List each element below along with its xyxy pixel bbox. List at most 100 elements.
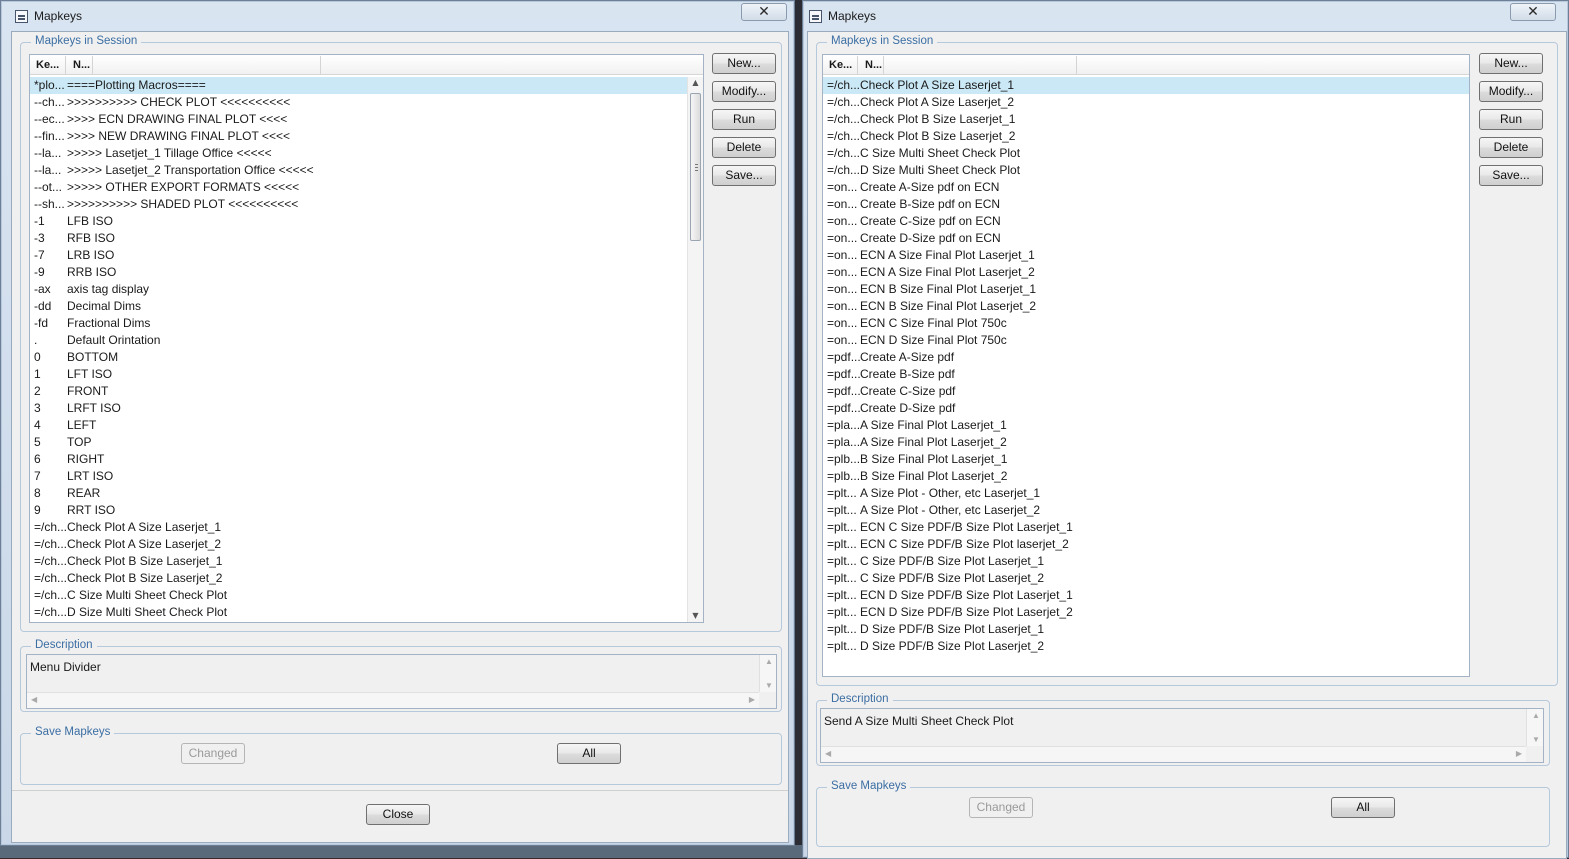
list-item[interactable]: --sh... >>>>>>>>>> SHADED PLOT <<<<<<<<<< [30,196,703,213]
scroll-thumb[interactable] [690,93,701,241]
list-item[interactable]: -7 LRB ISO [30,247,703,264]
list-item[interactable]: =/ch... Check Plot B Size Laserjet_1 [30,553,703,570]
description-vertical-scrollbar[interactable]: ▲ ▼ [759,655,776,692]
list-item[interactable]: 8 REAR [30,485,703,502]
list-item[interactable]: =/ch... Check Plot B Size Laserjet_2 [823,128,1469,145]
list-item[interactable]: =on... Create B-Size pdf on ECN [823,196,1469,213]
modify-button[interactable]: Modify... [1479,81,1543,102]
list-item[interactable]: =plt... C Size PDF/B Size Plot Laserjet_2 [823,570,1469,587]
list-item[interactable]: =/ch... D Size Multi Sheet Check Plot [823,162,1469,179]
save-changed-button[interactable]: Changed [969,797,1033,818]
column-header-key[interactable]: Ke... [829,59,852,71]
description-field[interactable]: Menu Divider ▲ ▼ ◀ ▶ [26,654,777,709]
new-button[interactable]: New... [1479,53,1543,74]
list-item[interactable]: =pdf... Create A-Size pdf [823,349,1469,366]
list-item[interactable]: =on... Create C-Size pdf on ECN [823,213,1469,230]
description-field[interactable]: Send A Size Multi Sheet Check Plot ▲ ▼ ◀ ▶ [820,708,1544,763]
save-button[interactable]: Save... [1479,165,1543,186]
list-item[interactable]: . Default Orintation [30,332,703,349]
title-bar[interactable]: Mapkeys ✕ [803,1,1568,29]
new-button[interactable]: New... [712,53,776,74]
modify-button[interactable]: Modify... [712,81,776,102]
list-item[interactable]: 7 LRT ISO [30,468,703,485]
list-item[interactable]: -3 RFB ISO [30,230,703,247]
window-close-button[interactable]: ✕ [1510,3,1556,21]
list-item[interactable]: 5 TOP [30,434,703,451]
list-item[interactable]: -1 LFB ISO [30,213,703,230]
list-item[interactable]: --ot... >>>>> OTHER EXPORT FORMATS <<<<< [30,179,703,196]
list-item[interactable]: =/ch... D Size Multi Sheet Check Plot [30,604,703,621]
list-item[interactable]: =on... ECN D Size Final Plot 750c [823,332,1469,349]
list-item[interactable]: =on... ECN A Size Final Plot Laserjet_2 [823,264,1469,281]
description-vertical-scrollbar[interactable]: ▲ ▼ [1526,709,1543,746]
column-header-name[interactable]: N... [73,59,90,71]
mapkey-list[interactable]: Ke... N... *plo... ====Plotting Macros===… [29,54,704,623]
list-item[interactable]: 6 RIGHT [30,451,703,468]
save-changed-button[interactable]: Changed [181,743,245,764]
list-item[interactable]: 4 LEFT [30,417,703,434]
list-item[interactable]: =/ch... Check Plot A Size Laserjet_1 [30,519,703,536]
scroll-down-arrow-icon[interactable]: ▼ [688,610,703,622]
list-item[interactable]: 0 BOTTOM [30,349,703,366]
list-item[interactable]: -dd Decimal Dims [30,298,703,315]
list-item[interactable]: =pla... A Size Final Plot Laserjet_2 [823,434,1469,451]
description-horizontal-scrollbar[interactable]: ◀ ▶ [821,746,1526,762]
list-item[interactable]: -fd Fractional Dims [30,315,703,332]
save-button[interactable]: Save... [712,165,776,186]
list-item[interactable]: =plt... A Size Plot - Other, etc Laserjet… [823,502,1469,519]
list-item[interactable]: 3 LRFT ISO [30,400,703,417]
list-item[interactable]: 9 RRT ISO [30,502,703,519]
list-item[interactable]: =plt... C Size PDF/B Size Plot Laserjet_1 [823,553,1469,570]
list-item[interactable]: --la... >>>>> Lasetjet_1 Tillage Office <… [30,145,703,162]
list-item[interactable]: =on... Create A-Size pdf on ECN [823,179,1469,196]
list-item[interactable]: =pla... A Size Final Plot Laserjet_1 [823,417,1469,434]
list-item[interactable]: --ec... >>>> ECN DRAWING FINAL PLOT <<<< [30,111,703,128]
description-horizontal-scrollbar[interactable]: ◀ ▶ [27,692,759,708]
list-item[interactable]: 1 LFT ISO [30,366,703,383]
list-item[interactable]: =/ch... Check Plot B Size Laserjet_2 [30,570,703,587]
delete-button[interactable]: Delete [1479,137,1543,158]
list-item[interactable]: =plt... ECN C Size PDF/B Size Plot Laserj… [823,519,1469,536]
list-item[interactable]: =on... ECN B Size Final Plot Laserjet_1 [823,281,1469,298]
list-item[interactable]: =/ch... Check Plot A Size Laserjet_1 [823,77,1469,94]
list-item[interactable]: *plo... ====Plotting Macros==== [30,77,703,94]
run-button[interactable]: Run [1479,109,1543,130]
close-button[interactable]: Close [366,804,430,825]
list-item[interactable]: =/ch... Check Plot A Size Laserjet_2 [823,94,1469,111]
column-header-key[interactable]: Ke... [36,59,59,71]
list-item[interactable]: =/ch... C Size Multi Sheet Check Plot [30,587,703,604]
list-vertical-scrollbar[interactable]: ▲ ▼ [687,77,703,622]
list-item[interactable]: =plt... D Size PDF/B Size Plot Laserjet_2 [823,638,1469,655]
save-all-button[interactable]: All [557,743,621,764]
column-header-name[interactable]: N... [865,59,882,71]
list-item[interactable]: 2 FRONT [30,383,703,400]
list-item[interactable]: =on... Create D-Size pdf on ECN [823,230,1469,247]
list-item[interactable]: -9 RRB ISO [30,264,703,281]
list-item[interactable]: =on... ECN C Size Final Plot 750c [823,315,1469,332]
list-item[interactable]: =plt... ECN C Size PDF/B Size Plot laserj… [823,536,1469,553]
list-item[interactable]: =pdf... Create C-Size pdf [823,383,1469,400]
list-item[interactable]: =pdf... Create B-Size pdf [823,366,1469,383]
delete-button[interactable]: Delete [712,137,776,158]
list-item[interactable]: --fin... >>>> NEW DRAWING FINAL PLOT <<<< [30,128,703,145]
scroll-up-arrow-icon[interactable]: ▲ [688,77,703,89]
list-item[interactable]: =plb... B Size Final Plot Laserjet_2 [823,468,1469,485]
list-item[interactable]: =plt... ECN D Size PDF/B Size Plot Laserj… [823,587,1469,604]
list-item[interactable]: =on... ECN A Size Final Plot Laserjet_1 [823,247,1469,264]
list-item[interactable]: =on... ECN B Size Final Plot Laserjet_2 [823,298,1469,315]
list-item[interactable]: --la... >>>>> Lasetjet_2 Transportation O… [30,162,703,179]
list-item[interactable]: =/ch... Check Plot B Size Laserjet_1 [823,111,1469,128]
list-item[interactable]: =/ch... Check Plot A Size Laserjet_2 [30,536,703,553]
save-all-button[interactable]: All [1331,797,1395,818]
run-button[interactable]: Run [712,109,776,130]
list-item[interactable]: =pdf... Create D-Size pdf [823,400,1469,417]
list-item[interactable]: =plt... D Size PDF/B Size Plot Laserjet_1 [823,621,1469,638]
list-item[interactable]: =plt... A Size Plot - Other, etc Laserjet… [823,485,1469,502]
list-item[interactable]: --ch... >>>>>>>>>> CHECK PLOT <<<<<<<<<< [30,94,703,111]
list-item[interactable]: =/ch... C Size Multi Sheet Check Plot [823,145,1469,162]
title-bar[interactable]: Mapkeys ✕ [1,1,794,29]
mapkey-list[interactable]: Ke... N... =/ch... Check Plot A Size Lase… [822,54,1470,677]
list-item[interactable]: =plt... ECN D Size PDF/B Size Plot Laserj… [823,604,1469,621]
list-item[interactable]: =plb... B Size Final Plot Laserjet_1 [823,451,1469,468]
window-close-button[interactable]: ✕ [741,3,787,21]
